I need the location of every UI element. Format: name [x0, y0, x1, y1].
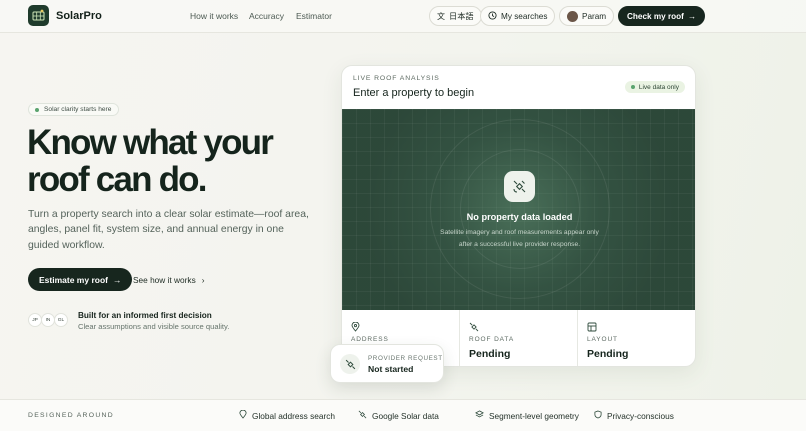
region-chip-in: IN — [41, 313, 55, 327]
map-ring — [460, 149, 580, 269]
estimate-my-roof-button[interactable]: Estimate my roof → — [28, 268, 133, 291]
feature-google-solar-data: Google Solar data — [358, 410, 439, 421]
hero-headline-line1: Know what your — [27, 123, 274, 162]
solar-panel-logo-icon[interactable] — [28, 5, 49, 26]
feature-label: Segment-level geometry — [489, 410, 579, 421]
satellite-icon — [358, 410, 367, 421]
map-subtitle-line2: after a successful live provider respons… — [458, 241, 581, 248]
grid-layout-icon — [587, 319, 597, 337]
map-empty-subtitle: Satellite imagery and roof measurements … — [342, 227, 695, 251]
feature-label: Global address search — [252, 410, 336, 421]
nav-link-estimator[interactable]: Estimator — [296, 11, 332, 21]
satellite-icon — [340, 354, 360, 374]
language-button[interactable]: 文 日本語 — [429, 6, 482, 26]
region-chips: JP IN GL — [28, 313, 68, 327]
feature-label: Privacy-conscious — [607, 410, 674, 421]
avatar — [567, 10, 578, 22]
top-nav: SolarPro How it works Accuracy Estimator… — [0, 0, 806, 33]
provider-request-card: PROVIDER REQUEST Not started — [330, 344, 444, 383]
live-dot-icon — [630, 85, 635, 89]
card-title: Enter a property to begin — [353, 87, 475, 99]
provider-request-label: PROVIDER REQUEST — [368, 355, 443, 362]
satellite-icon — [504, 171, 535, 202]
language-label: 日本語 — [449, 12, 474, 21]
user-name: Param — [582, 11, 607, 21]
hero-headline: Know what your roof can do. — [27, 124, 327, 198]
my-searches-label: My searches — [501, 11, 548, 21]
feature-label: Google Solar data — [372, 410, 439, 421]
region-chip-gl: GL — [54, 313, 68, 327]
stat-layout: LAYOUT Pending — [578, 310, 695, 366]
trust-title: Built for an informed first decision — [78, 311, 212, 320]
check-my-roof-label: Check my roof — [627, 11, 684, 21]
arrow-right-icon: → — [687, 11, 697, 21]
stat-roof-data-value: Pending — [469, 348, 511, 360]
feature-global-address-search: Global address search — [239, 409, 336, 421]
user-menu-button[interactable]: Param — [559, 6, 615, 26]
feature-segment-level-geometry: Segment-level geometry — [475, 410, 579, 421]
see-how-it-works-label: See how it works — [133, 275, 196, 285]
map-subtitle-line1: Satellite imagery and roof measurements … — [440, 229, 599, 236]
stat-layout-value: Pending — [587, 348, 629, 360]
my-searches-button[interactable]: My searches — [480, 6, 556, 26]
card-kicker: LIVE ROOF ANALYSIS — [353, 75, 440, 82]
status-dot-icon — [35, 107, 39, 112]
hero-badge: Solar clarity starts here — [28, 103, 120, 116]
check-my-roof-button[interactable]: Check my roof → — [618, 6, 706, 26]
live-roof-analysis-card: LIVE ROOF ANALYSIS Enter a property to b… — [341, 65, 696, 367]
location-pin-icon — [239, 409, 247, 421]
stat-roof-data-label: ROOF DATA — [469, 336, 515, 343]
location-pin-icon — [351, 319, 360, 337]
shield-icon — [594, 410, 602, 421]
strip-title: DESIGNED AROUND — [28, 412, 114, 419]
live-data-badge: Live data only — [624, 81, 685, 93]
region-chip-jp: JP — [28, 313, 42, 327]
hero-headline-line2: roof can do. — [27, 160, 207, 199]
history-icon — [488, 10, 497, 22]
satellite-icon — [469, 319, 479, 337]
satellite-map-placeholder: No property data loaded Satellite imager… — [342, 109, 695, 310]
provider-request-status: Not started — [368, 364, 414, 374]
trust-subtitle: Clear assumptions and visible source qua… — [78, 322, 230, 331]
live-data-label: Live data only — [638, 83, 679, 91]
feature-privacy-conscious: Privacy-conscious — [594, 410, 674, 421]
layers-icon — [475, 410, 484, 421]
map-empty-title: No property data loaded — [466, 212, 573, 222]
chevron-right-icon: › — [201, 275, 205, 285]
brand-name[interactable]: SolarPro — [56, 10, 102, 22]
stat-address-label: ADDRESS — [351, 336, 389, 343]
arrow-right-icon: → — [112, 274, 122, 285]
nav-link-accuracy[interactable]: Accuracy — [249, 11, 284, 21]
translate-icon: 文 — [437, 11, 445, 21]
hero-subtitle: Turn a property search into a clear sola… — [28, 209, 309, 251]
designed-around-strip: DESIGNED AROUND Global address search Go… — [0, 399, 806, 431]
estimate-my-roof-label: Estimate my roof — [39, 274, 108, 285]
stat-roof-data: ROOF DATA Pending — [460, 310, 578, 366]
stat-layout-label: LAYOUT — [587, 336, 618, 343]
hero-badge-label: Solar clarity starts here — [44, 106, 112, 113]
nav-link-how-it-works[interactable]: How it works — [190, 11, 238, 21]
see-how-it-works-link[interactable]: See how it works › — [133, 275, 204, 285]
